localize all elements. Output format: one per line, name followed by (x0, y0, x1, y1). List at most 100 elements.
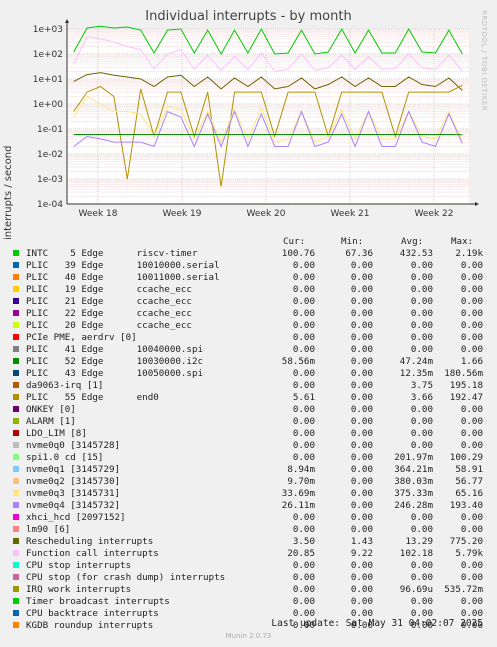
legend-series-name: PLIC 41 Edge 10040000.spi (26, 344, 204, 355)
legend-series-name: CPU stop (for crash dump) interrupts (26, 572, 226, 583)
legend-value-max: 0.00 (460, 416, 483, 427)
x-tick-label: Week 21 (331, 209, 370, 219)
legend-swatch (13, 418, 19, 424)
legend-value-max: 193.40 (449, 500, 483, 511)
legend-swatch (13, 358, 19, 364)
legend-row: xhci_hcd [2097152] 0.00 0.00 0.00 0.00 (0, 512, 497, 524)
legend-swatch (13, 574, 19, 580)
legend-header-avg: Avg: (401, 236, 424, 247)
legend-series-name: Function call interrupts (26, 548, 159, 559)
legend-swatch (13, 262, 19, 268)
legend-swatch (13, 538, 19, 544)
legend-value-max: 0.00 (460, 596, 483, 607)
legend-row: PLIC 21 Edge ccache_ecc 0.00 0.00 0.00 0.00 (0, 296, 497, 308)
legend-value-max: 56.77 (455, 476, 483, 487)
legend-series-name: PLIC 40 Edge 10011000.serial (26, 272, 220, 283)
legend-row: PCIe PME, aerdrv [0] 0.00 0.00 0.00 0.00 (0, 332, 497, 344)
legend-value-max: 0.00 (460, 260, 483, 271)
legend-series-name: INTC 5 Edge riscv-timer (26, 248, 198, 259)
legend-series-name: CPU backtrace interrupts (26, 608, 159, 619)
x-axis-arrow (475, 202, 479, 206)
legend-swatch (13, 502, 19, 508)
legend-series-name: nvme0q3 [3145731] (26, 488, 121, 499)
y-axis-label: interrupts / second (3, 145, 14, 240)
legend-value-max: 0.00 (460, 332, 483, 343)
legend-swatch (13, 298, 19, 304)
legend-swatch (13, 586, 19, 592)
legend-swatch (13, 490, 19, 496)
legend-swatch (13, 514, 19, 520)
legend-row: PLIC 39 Edge 10010000.serial 0.00 0.00 0.00… (0, 260, 497, 272)
legend-value-max: 0.00 (460, 428, 483, 439)
legend-series-name: xhci_hcd [2097152] (26, 512, 126, 523)
legend-value-max: 0.00 (460, 560, 483, 571)
x-tick-label: Week 19 (163, 209, 202, 219)
legend-swatch (13, 250, 19, 256)
legend-value-max: 0.00 (460, 284, 483, 295)
legend-value-max: 180.56m (444, 368, 483, 379)
legend-series-name: PLIC 21 Edge ccache_ecc (26, 296, 192, 307)
legend-row: nvme0q2 [3145730] 9.70m 0.00 380.03m 56.77 (0, 476, 497, 488)
legend-value-max: 0.00 (460, 320, 483, 331)
legend-swatch (13, 274, 19, 280)
y-tick-label: 1e+00 (33, 100, 64, 110)
legend-swatch (13, 286, 19, 292)
legend-value-max: 0.00 (460, 272, 483, 283)
legend-series-name: CPU stop interrupts (26, 560, 132, 571)
legend-value-max: 0.00 (460, 524, 483, 535)
legend-series-name: PLIC 43 Edge 10050000.spi (26, 368, 204, 379)
legend-swatch (13, 406, 19, 412)
legend-value-max: 0.00 (460, 296, 483, 307)
y-tick-label: 1e+01 (33, 75, 63, 85)
legend-row: da9063-irq [1] 0.00 0.00 3.75 195.18 (0, 380, 497, 392)
legend-series-name: Rescheduling interrupts (26, 536, 154, 547)
x-tick-label: Week 22 (415, 209, 454, 219)
legend-swatch (13, 382, 19, 388)
legend-value-max: 0.00 (460, 572, 483, 583)
legend-series-name: KGDB roundup interrupts (26, 620, 154, 631)
legend-row: PLIC 41 Edge 10040000.spi 0.00 0.00 0.00 0.0… (0, 344, 497, 356)
legend-value-max: 65.16 (455, 488, 483, 499)
legend-series-name: PLIC 39 Edge 10010000.serial (26, 260, 220, 271)
legend-row: Timer broadcast interrupts 0.00 0.00 0.00 0.… (0, 596, 497, 608)
legend-row: PLIC 20 Edge ccache_ecc 0.00 0.00 0.00 0.00 (0, 320, 497, 332)
legend-series-name: spi1.0 cd [15] (26, 452, 104, 463)
legend-row: INTC 5 Edge riscv-timer 100.76 67.36 432.53… (0, 248, 497, 260)
y-tick-label: 1e-02 (37, 150, 63, 160)
legend-value-max: 5.79k (455, 548, 483, 559)
y-tick-label: 1e+03 (33, 25, 63, 35)
legend-series-name: PLIC 55 Edge end0 (26, 392, 159, 403)
legend-swatch (13, 310, 19, 316)
legend-header-min: Min: (341, 236, 364, 247)
y-tick-label: 1e-01 (37, 125, 63, 135)
legend-row: IRQ work interrupts 0.00 0.00 96.69u 535.72m (0, 584, 497, 596)
legend-swatch (13, 478, 19, 484)
legend-series-name: Timer broadcast interrupts (26, 596, 170, 607)
legend-series-name: da9063-irq [1] (26, 380, 104, 391)
legend-series-name: nvme0q4 [3145732] (26, 500, 121, 511)
legend-series-name: ONKEY [0] (26, 404, 76, 415)
legend-swatch (13, 334, 19, 340)
legend-value-max: 100.29 (449, 452, 483, 463)
legend-value-max: 195.18 (449, 380, 483, 391)
chart-title: Individual interrupts - by month (145, 9, 352, 24)
legend-swatch (13, 430, 19, 436)
legend-row: PLIC 22 Edge ccache_ecc 0.00 0.00 0.00 0.00 (0, 308, 497, 320)
legend-row: PLIC 43 Edge 10050000.spi 0.00 0.00 12.35m 1… (0, 368, 497, 380)
y-tick-label: 1e+02 (33, 50, 63, 60)
legend-swatch (13, 598, 19, 604)
legend-swatch (13, 346, 19, 352)
legend-value-max: 192.47 (449, 392, 483, 403)
legend-series-name: PCIe PME, aerdrv [0] (26, 332, 137, 343)
legend-row: LDO_LIM [8] 0.00 0.00 0.00 0.00 (0, 428, 497, 440)
legend-swatch (13, 322, 19, 328)
legend-row: nvme0q4 [3145732] 26.11m 0.00 246.28m 193.40 (0, 500, 497, 512)
legend-row: Function call interrupts 20.85 9.22 102.18 5… (0, 548, 497, 560)
legend-series-name: nvme0q0 [3145728] (26, 440, 121, 451)
legend-value-max: 0.00 (460, 404, 483, 415)
legend-series-name: PLIC 52 Edge 10030000.i2c (26, 356, 204, 367)
legend-row: PLIC 55 Edge end0 5.61 0.00 3.66 192.47 (0, 392, 497, 404)
legend-row: ALARM [1] 0.00 0.00 0.00 0.00 (0, 416, 497, 428)
legend-header-max: Max: (451, 236, 474, 247)
legend-swatch (13, 466, 19, 472)
